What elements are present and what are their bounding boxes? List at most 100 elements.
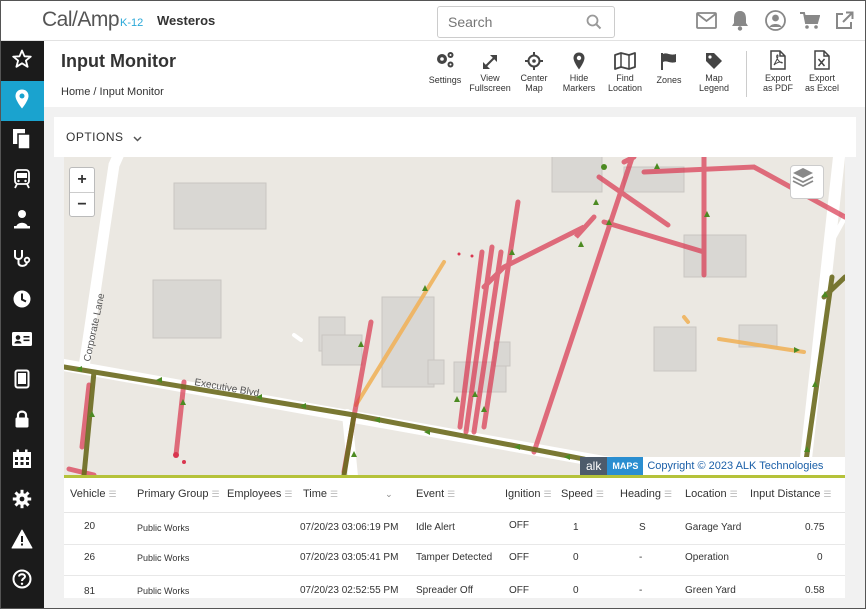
table-row[interactable]: 81 Public Works 07/20/23 02:52:55 PM Spr…	[64, 576, 845, 598]
zones-button[interactable]: Zones	[652, 52, 686, 85]
options-label: OPTIONS	[66, 130, 124, 144]
column-header-vehicle[interactable]: Vehicle ☰	[70, 488, 117, 500]
sidebar-item-health[interactable]	[0, 241, 44, 281]
cell-ignition: OFF	[509, 585, 529, 596]
column-menu-icon[interactable]: ☰	[447, 489, 455, 499]
center-map-button[interactable]: Center Map	[517, 52, 551, 93]
column-header-ignition[interactable]: Ignition ☰	[505, 488, 552, 500]
column-menu-icon[interactable]: ☰	[108, 489, 116, 499]
map-legend-label-1: Map	[705, 73, 723, 83]
column-header-location[interactable]: Location ☰	[685, 488, 738, 500]
sidebar-item-help[interactable]	[0, 561, 44, 601]
id-card-icon	[11, 331, 33, 352]
export-excel-button[interactable]: Export as Excel	[802, 50, 842, 93]
sidebar-item-documents[interactable]	[0, 121, 44, 161]
zoom-out-button[interactable]: −	[70, 192, 94, 216]
column-menu-icon[interactable]: ☰	[664, 489, 672, 499]
table-row[interactable]: 20 Public Works 07/20/23 03:06:19 PM Idl…	[64, 513, 845, 545]
column-menu-icon[interactable]: ☰	[823, 489, 831, 499]
cell-vehicle: 81	[84, 586, 96, 597]
hide-markers-label-2: Markers	[562, 83, 596, 93]
column-header-time[interactable]: Time ☰ ⌄	[303, 488, 393, 500]
pdf-file-icon	[770, 50, 786, 72]
cell-ignition: OFF	[509, 520, 529, 531]
external-link-icon[interactable]	[835, 11, 854, 35]
options-toggle[interactable]: OPTIONS	[66, 130, 142, 145]
hide-markers-button[interactable]: Hide Markers	[560, 52, 598, 93]
calamp-logo[interactable]: Cal/AmpK-12	[42, 8, 143, 34]
map-legend-button[interactable]: Map Legend	[694, 52, 734, 93]
toolbar-divider	[746, 51, 747, 97]
column-menu-icon[interactable]: ☰	[212, 489, 220, 499]
breadcrumb-home[interactable]: Home	[61, 86, 90, 98]
bell-icon[interactable]	[731, 10, 749, 36]
map-attribution: alk MAPS Copyright © 2023 ALK Technologi…	[580, 457, 845, 475]
sidebar-item-map[interactable]	[0, 81, 44, 121]
map-view[interactable]: Corporate Lane Executive Blvd + − alk MA…	[64, 157, 845, 475]
mail-icon[interactable]	[696, 12, 717, 34]
gear-icon	[12, 489, 32, 514]
view-fullscreen-label-1: View	[480, 73, 500, 83]
sidebar-item-calendar[interactable]	[0, 441, 44, 481]
sort-desc-icon[interactable]: ⌄	[385, 489, 393, 499]
center-map-label-2: Map	[525, 83, 543, 93]
map-legend-label-2: Legend	[698, 83, 730, 93]
sidebar-item-favorites[interactable]	[0, 41, 44, 81]
breadcrumb: Home / Input Monitor	[61, 86, 164, 98]
copyright-link[interactable]: Copyright © 2023 ALK Technologies Inc.	[643, 457, 845, 475]
sidebar-item-security[interactable]	[0, 401, 44, 441]
column-menu-icon[interactable]: ☰	[284, 489, 292, 499]
column-menu-icon[interactable]: ☰	[596, 489, 604, 499]
column-menu-icon[interactable]: ☰	[730, 489, 738, 499]
cell-speed: 0	[573, 552, 579, 563]
column-menu-icon[interactable]: ☰	[543, 489, 551, 499]
sidebar-item-devices[interactable]	[0, 361, 44, 401]
find-location-button[interactable]: Find Location	[604, 52, 646, 93]
lock-icon	[14, 409, 30, 434]
search-input[interactable]	[438, 7, 578, 37]
warning-icon	[11, 529, 33, 554]
column-header-primary-group[interactable]: Primary Group ☰	[137, 488, 220, 500]
cart-icon[interactable]	[800, 12, 821, 35]
documents-icon	[12, 128, 32, 155]
column-header-input-distance[interactable]: Input Distance ☰	[750, 488, 831, 500]
clock-icon	[12, 289, 32, 314]
column-menu-icon[interactable]: ☰	[330, 489, 338, 499]
sidebar-item-settings[interactable]	[0, 481, 44, 521]
table-row[interactable]: 26 Public Works 07/20/23 03:05:41 PM Tam…	[64, 544, 845, 576]
cell-location: Garage Yard	[685, 522, 742, 533]
cell-distance: 0	[817, 552, 823, 563]
layers-button[interactable]	[790, 165, 824, 199]
export-pdf-label-1: Export	[764, 73, 791, 83]
logo-text: Cal/Amp	[42, 8, 120, 31]
column-header-event[interactable]: Event ☰	[416, 488, 455, 500]
cell-time: 07/20/23 03:06:19 PM	[300, 522, 399, 533]
search-box[interactable]	[437, 6, 615, 38]
search-icon[interactable]	[586, 14, 602, 35]
user-icon[interactable]	[765, 10, 786, 36]
sidebar-item-vehicles[interactable]	[0, 161, 44, 201]
sidebar-item-history[interactable]	[0, 281, 44, 321]
breadcrumb-current: Input Monitor	[99, 86, 164, 98]
events-table: Vehicle ☰ Primary Group ☰ Employees ☰ Time ☰…	[64, 478, 845, 598]
column-header-heading[interactable]: Heading ☰	[620, 488, 672, 500]
map-canvas[interactable]: Corporate Lane Executive Blvd	[64, 157, 845, 475]
view-fullscreen-button[interactable]: View Fullscreen	[468, 52, 512, 93]
breadcrumb-separator: /	[93, 86, 97, 98]
settings-button[interactable]: Settings	[427, 52, 463, 85]
cell-heading: -	[639, 585, 643, 596]
logo-subtext: K-12	[120, 17, 144, 29]
export-pdf-button[interactable]: Export as PDF	[760, 50, 796, 93]
page-title: Input Monitor	[61, 51, 176, 71]
column-header-speed[interactable]: Speed ☰	[561, 488, 604, 500]
chevron-down-icon	[133, 131, 142, 145]
table-header: Vehicle ☰ Primary Group ☰ Employees ☰ Time ☰…	[64, 478, 845, 513]
sidebar-item-alerts[interactable]	[0, 521, 44, 561]
cell-event: Idle Alert	[416, 522, 455, 533]
sidebar-item-people[interactable]	[0, 201, 44, 241]
sidebar-item-contacts[interactable]	[0, 321, 44, 361]
calendar-icon	[12, 449, 32, 474]
column-header-employees[interactable]: Employees ☰	[227, 488, 293, 500]
zoom-in-button[interactable]: +	[70, 168, 94, 192]
export-pdf-label-2: as PDF	[762, 83, 793, 93]
